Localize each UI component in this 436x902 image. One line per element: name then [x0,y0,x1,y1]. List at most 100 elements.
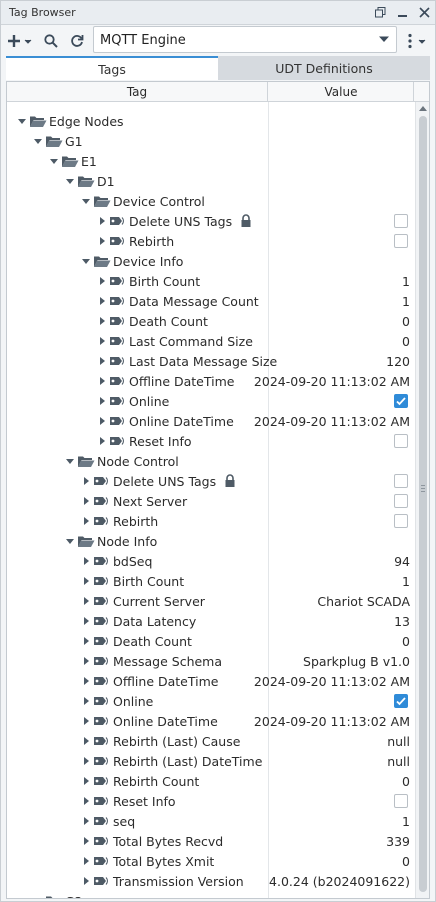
chevron-right-icon[interactable] [81,675,91,687]
checkbox[interactable] [394,514,408,528]
chevron-right-icon[interactable] [81,515,91,527]
tag-row[interactable]: Birth Count 1 [7,571,414,591]
add-tag-button[interactable] [7,31,35,51]
tag-row[interactable]: Rebirth [7,231,414,251]
chevron-down-icon[interactable] [81,195,91,207]
column-header-value[interactable]: Value [269,82,414,102]
vertical-scrollbar[interactable] [415,102,429,898]
checkbox[interactable] [394,794,408,808]
tag-row[interactable]: Total Bytes Recvd 339 [7,831,414,851]
tag-row[interactable]: Online [7,391,414,411]
tag-row[interactable]: seq 1 [7,811,414,831]
tag-row[interactable]: Total Bytes Xmit 0 [7,851,414,871]
chevron-right-icon[interactable] [81,655,91,667]
tag-row[interactable]: Rebirth [7,511,414,531]
minimize-icon[interactable] [395,4,409,20]
chevron-right-icon[interactable] [81,555,91,567]
checkbox[interactable] [394,434,408,448]
checkbox[interactable] [394,494,408,508]
tag-row[interactable]: Rebirth Count 0 [7,771,414,791]
chevron-down-icon[interactable] [17,115,27,127]
chevron-right-icon[interactable] [81,755,91,767]
tab-udt-definitions[interactable]: UDT Definitions [218,56,430,80]
restore-icon[interactable] [373,4,387,20]
chevron-right-icon[interactable] [81,635,91,647]
chevron-down-icon[interactable] [65,455,75,467]
more-menu-button[interactable] [401,31,431,51]
tag-row[interactable]: Offline DateTime 2024-09-20 11:13:02 AM [7,671,414,691]
tag-row[interactable]: Birth Count 1 [7,271,414,291]
chevron-right-icon[interactable] [97,315,107,327]
chevron-right-icon[interactable] [81,495,91,507]
tag-row[interactable]: Data Message Count 1 [7,291,414,311]
chevron-right-icon[interactable] [81,575,91,587]
chevron-right-icon[interactable] [97,415,107,427]
tag-row[interactable]: Reset Info [7,791,414,811]
tag-row[interactable]: Message Schema Sparkplug B v1.0 [7,651,414,671]
folder-row[interactable]: D1 [7,171,414,191]
chevron-right-icon[interactable] [81,795,91,807]
chevron-down-icon[interactable] [33,135,43,147]
folder-row[interactable]: G2 [7,891,414,898]
chevron-right-icon[interactable] [81,475,91,487]
search-icon[interactable] [41,31,61,51]
folder-row[interactable]: Device Info [7,251,414,271]
chevron-down-icon[interactable] [33,895,43,898]
tag-row[interactable]: Delete UNS Tags [7,211,414,231]
chevron-right-icon[interactable] [97,395,107,407]
chevron-right-icon[interactable] [97,335,107,347]
folder-row[interactable]: Edge Nodes [7,111,414,131]
chevron-right-icon[interactable] [81,875,91,887]
checkbox[interactable] [394,234,408,248]
tag-row[interactable]: Online DateTime 2024-09-20 11:13:02 AM [7,711,414,731]
tag-row[interactable]: Rebirth (Last) Cause null [7,731,414,751]
column-header-tag[interactable]: Tag [7,82,268,102]
folder-row[interactable]: Device Control [7,191,414,211]
tag-row[interactable]: Online [7,691,414,711]
scrollbar-thumb[interactable] [419,116,427,892]
chevron-right-icon[interactable] [97,235,107,247]
checkbox-checked[interactable] [394,394,408,408]
tag-row[interactable]: Death Count 0 [7,631,414,651]
tab-tags[interactable]: Tags [6,56,218,80]
folder-row[interactable]: E1 [7,151,414,171]
chevron-right-icon[interactable] [97,275,107,287]
chevron-right-icon[interactable] [97,435,107,447]
tag-row[interactable]: Reset Info [7,431,414,451]
folder-row[interactable]: Node Info [7,531,414,551]
tag-row[interactable]: Death Count 0 [7,311,414,331]
checkbox[interactable] [394,214,408,228]
tag-row[interactable]: Rebirth (Last) DateTime null [7,751,414,771]
chevron-right-icon[interactable] [81,835,91,847]
chevron-right-icon[interactable] [81,615,91,627]
tag-row[interactable]: Delete UNS Tags [7,471,414,491]
chevron-down-icon[interactable] [65,535,75,547]
refresh-icon[interactable] [67,31,87,51]
chevron-right-icon[interactable] [81,815,91,827]
tag-row[interactable]: Online DateTime 2024-09-20 11:13:02 AM [7,411,414,431]
folder-row[interactable]: Node Control [7,451,414,471]
chevron-right-icon[interactable] [97,355,107,367]
chevron-right-icon[interactable] [81,595,91,607]
chevron-right-icon[interactable] [81,855,91,867]
chevron-right-icon[interactable] [81,775,91,787]
tag-row[interactable]: Current Server Chariot SCADA [7,591,414,611]
tag-row[interactable]: Data Latency 13 [7,611,414,631]
tag-row[interactable]: Last Data Message Size 120 [7,351,414,371]
chevron-right-icon[interactable] [81,695,91,707]
folder-row[interactable]: G1 [7,131,414,151]
tag-row[interactable]: Next Server [7,491,414,511]
tag-row[interactable]: Last Command Size 0 [7,331,414,351]
chevron-down-icon[interactable] [81,255,91,267]
chevron-right-icon[interactable] [81,735,91,747]
checkbox-checked[interactable] [394,694,408,708]
tag-row[interactable]: bdSeq 94 [7,551,414,571]
chevron-right-icon[interactable] [97,375,107,387]
chevron-down-icon[interactable] [65,175,75,187]
tag-provider-select[interactable]: MQTT Engine [93,26,397,53]
chevron-right-icon[interactable] [97,295,107,307]
chevron-right-icon[interactable] [97,215,107,227]
chevron-right-icon[interactable] [81,715,91,727]
chevron-down-icon[interactable] [49,155,59,167]
tag-row[interactable]: Transmission Version 4.0.24 (b2024091622) [7,871,414,891]
